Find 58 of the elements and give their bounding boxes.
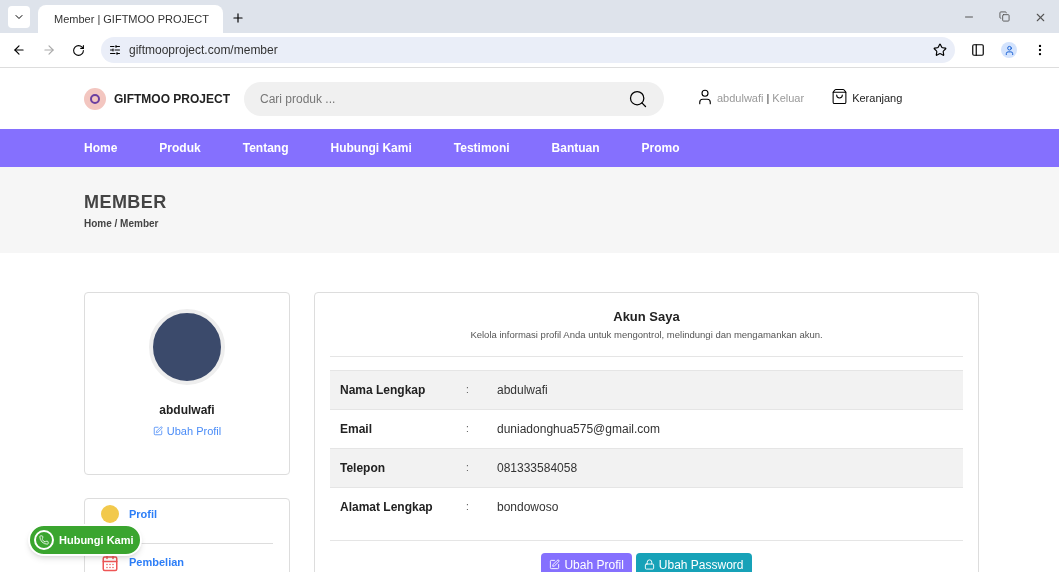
field-value: bondowoso (497, 498, 559, 516)
change-password-button[interactable]: Ubah Password (635, 552, 752, 572)
search-icon[interactable] (628, 88, 648, 109)
reload-icon[interactable] (72, 43, 85, 57)
edit-profile-link[interactable]: Ubah Profil (152, 423, 222, 440)
nav-link[interactable]: Testimoni (453, 139, 510, 157)
search-field[interactable]: Cari produk ... (244, 81, 664, 116)
field-label: Telepon (340, 459, 387, 477)
account-title: Akun Saya (613, 308, 680, 326)
separator-text: | (766, 91, 770, 107)
profile-avatar-icon[interactable] (1001, 42, 1017, 58)
field-separator: : (466, 500, 470, 515)
field-label: Nama Lengkap (340, 381, 427, 399)
nav-link[interactable]: Tentang (242, 139, 289, 157)
shopping-bag-icon (831, 88, 849, 105)
field-separator: : (466, 461, 470, 476)
edit-icon (152, 426, 163, 437)
field-value: 081333584058 (497, 459, 578, 477)
new-tab-icon[interactable] (231, 11, 245, 25)
logout-link[interactable]: Keluar (772, 90, 805, 107)
nav-link[interactable]: Home (84, 139, 118, 157)
edit-profile-button[interactable]: Ubah Profil (541, 552, 632, 572)
tab-list-button[interactable] (8, 6, 30, 28)
whatsapp-contact-button[interactable]: Hubungi Kami (28, 524, 142, 556)
nav-link[interactable]: Hubungi Kami (330, 139, 412, 157)
bookmark-star-icon[interactable] (933, 43, 947, 57)
field-separator: : (466, 383, 470, 398)
breadcrumb: Home / Member (84, 217, 160, 231)
brand-logo-icon[interactable] (84, 87, 106, 110)
field-separator: : (466, 422, 470, 437)
field-label: Email (340, 420, 373, 438)
username-link[interactable]: abdulwafi (717, 90, 764, 107)
address-bar[interactable]: giftmooproject.com/member (101, 37, 955, 63)
tab-title: Member | GIFTMOO PROJECT (54, 11, 210, 27)
url-text: giftmooproject.com/member (129, 42, 278, 59)
close-window-icon[interactable] (1034, 11, 1047, 24)
edit-icon (549, 559, 561, 571)
nav-link[interactable]: Bantuan (551, 139, 600, 157)
restore-icon[interactable] (999, 11, 1010, 22)
phone-icon (34, 530, 54, 550)
cart-link[interactable]: Keranjang (852, 90, 903, 107)
back-icon[interactable] (12, 43, 26, 57)
profile-name: abdulwafi (159, 402, 215, 419)
field-value: abdulwafi (497, 381, 548, 399)
brand-name[interactable]: GIFTMOO PROJECT (114, 89, 244, 108)
field-label: Alamat Lengkap (340, 498, 434, 516)
site-settings-icon[interactable] (109, 44, 121, 56)
side-menu-link[interactable]: Profil (129, 505, 158, 523)
lock-icon (643, 559, 655, 571)
nav-link[interactable]: Produk (159, 139, 201, 157)
side-panel-icon[interactable] (971, 43, 985, 57)
calendar-icon (101, 553, 119, 572)
side-menu-link[interactable]: Pembelian (129, 554, 185, 571)
browser-tab[interactable]: Member | GIFTMOO PROJECT (38, 5, 223, 33)
account-subtitle: Kelola informasi profil Anda untuk mengontrol, melindungi dan mengamankan akun. (470, 327, 823, 342)
nav-link[interactable]: Promo (641, 139, 680, 157)
page-title: MEMBER (84, 191, 168, 214)
field-value: duniadonghua575@gmail.com (497, 420, 660, 438)
